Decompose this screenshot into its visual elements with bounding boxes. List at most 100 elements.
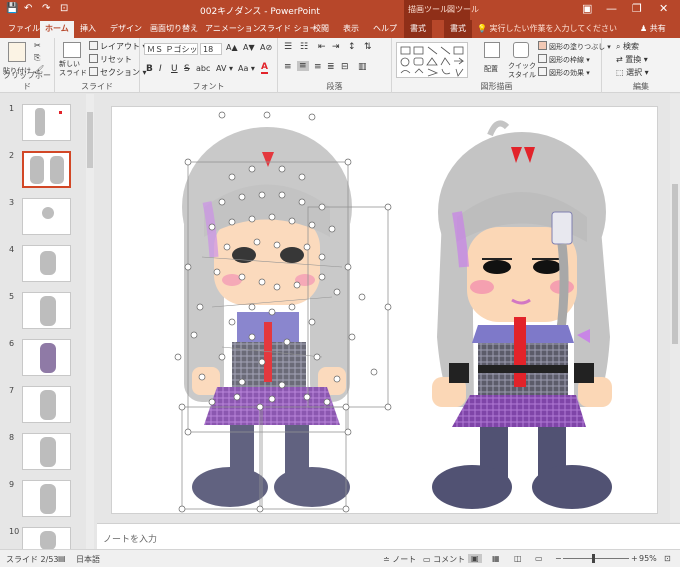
undo-icon[interactable]: ↶ xyxy=(24,3,32,14)
spellcheck-icon[interactable]: ▤ xyxy=(58,554,66,563)
increase-indent-icon[interactable]: ⇥ xyxy=(332,42,340,52)
reading-view-icon[interactable]: ◫ xyxy=(514,554,522,563)
zoom-in-button[interactable]: + xyxy=(631,554,638,563)
slide-scroll-thumb[interactable] xyxy=(672,184,678,344)
tab-transitions[interactable]: 画面切り替え xyxy=(150,23,198,34)
zoom-level[interactable]: 95% xyxy=(639,554,657,563)
tab-picture-format[interactable]: 書式 xyxy=(444,20,472,38)
distributed-icon[interactable]: ⊟ xyxy=(341,62,349,72)
slide-canvas[interactable] xyxy=(111,106,658,514)
cut-icon[interactable]: ✂ xyxy=(34,41,41,50)
comments-toggle-button[interactable]: ▭ コメント xyxy=(423,554,465,565)
numbering-icon[interactable]: ☷ xyxy=(300,42,308,52)
zoom-out-button[interactable]: − xyxy=(555,554,562,563)
align-center-icon[interactable]: ≡ xyxy=(297,61,309,71)
close-button[interactable]: ✕ xyxy=(659,2,668,15)
tab-file[interactable]: ファイル xyxy=(8,23,40,34)
tab-drawing-format[interactable]: 書式 xyxy=(404,20,432,38)
slide-number: 5 xyxy=(9,292,15,301)
notes-pane[interactable]: ノートを入力 xyxy=(97,523,680,549)
character-spacing-button[interactable]: AV ▾ xyxy=(216,64,233,73)
align-right-icon[interactable]: ≡ xyxy=(314,62,322,72)
tab-slideshow[interactable]: スライド ショー xyxy=(259,23,318,34)
tab-design[interactable]: デザイン xyxy=(110,23,142,34)
tab-home[interactable]: ホーム xyxy=(40,21,74,38)
align-left-icon[interactable]: ≡ xyxy=(284,62,292,72)
tab-help[interactable]: ヘルプ xyxy=(373,23,397,34)
thumb-figure xyxy=(35,108,45,136)
justify-icon[interactable]: ≣ xyxy=(327,62,335,72)
arrange-button[interactable]: 配置 xyxy=(484,64,498,74)
italic-button[interactable]: I xyxy=(159,64,162,74)
fit-to-window-icon[interactable]: ⊡ xyxy=(664,554,671,563)
notes-toggle-button[interactable]: ≐ ノート xyxy=(383,554,416,565)
layout-button[interactable]: レイアウト ▾ xyxy=(89,41,147,52)
slide-thumbnail-3[interactable] xyxy=(22,198,71,235)
slide-thumbnail-9[interactable] xyxy=(22,480,71,517)
thumbnail-scrollbar[interactable] xyxy=(86,94,94,549)
shapes-gallery[interactable] xyxy=(396,42,468,78)
text-direction-icon[interactable]: ⇅ xyxy=(364,42,372,52)
strikethrough-button[interactable]: S xyxy=(184,64,190,74)
slide-scrollbar[interactable] xyxy=(670,94,680,522)
font-name-combo[interactable]: ＭＳ Ｐゴシック xyxy=(144,43,198,55)
slide-thumbnail-7[interactable] xyxy=(22,386,71,423)
bullets-icon[interactable]: ☰ xyxy=(284,42,292,52)
replace-button[interactable]: ⇄ 置換 ▾ xyxy=(616,54,648,65)
slide-thumbnail-2[interactable] xyxy=(22,151,71,188)
slide-sorter-view-icon[interactable]: ▦ xyxy=(492,554,500,563)
paste-icon[interactable] xyxy=(8,42,26,62)
decrease-indent-icon[interactable]: ⇤ xyxy=(318,42,326,52)
font-size-combo[interactable]: 18 xyxy=(200,43,222,55)
new-slide-button[interactable]: 新しい スライド xyxy=(59,60,87,78)
quick-style-button[interactable]: クイック スタイル xyxy=(508,62,536,80)
grow-font-button[interactable]: A▲ xyxy=(226,43,238,52)
slide-thumbnail-6[interactable] xyxy=(22,339,71,376)
columns-icon[interactable]: ▥ xyxy=(358,62,367,72)
arrange-icon[interactable] xyxy=(484,42,500,58)
redo-icon[interactable]: ↷ xyxy=(42,3,50,14)
shape-effects-button[interactable]: 図形の効果 ▾ xyxy=(538,67,590,78)
zoom-slider[interactable] xyxy=(563,558,629,559)
bold-button[interactable]: B xyxy=(146,64,153,74)
select-button[interactable]: ⬚ 選択 ▾ xyxy=(616,67,649,78)
tell-me-search[interactable]: 💡 実行したい作業を入力してください xyxy=(477,23,617,34)
shape-fill-button[interactable]: 図形の塗りつぶし ▾ xyxy=(538,41,611,52)
tab-view[interactable]: 表示 xyxy=(343,23,359,34)
new-slide-icon[interactable] xyxy=(63,42,81,58)
tab-animations[interactable]: アニメーション xyxy=(205,23,261,34)
zoom-slider-thumb[interactable] xyxy=(592,554,595,563)
normal-view-icon[interactable]: ▣ xyxy=(468,554,482,563)
left-character[interactable] xyxy=(181,127,389,510)
notes-placeholder[interactable]: ノートを入力 xyxy=(103,532,157,545)
tab-insert[interactable]: 挿入 xyxy=(80,23,96,34)
shrink-font-button[interactable]: A▼ xyxy=(243,43,255,52)
slide-thumbnail-8[interactable] xyxy=(22,433,71,470)
slide-thumbnail-4[interactable] xyxy=(22,245,71,282)
line-spacing-icon[interactable]: ↕ xyxy=(348,42,356,52)
change-case-button[interactable]: Aa ▾ xyxy=(238,64,255,73)
thumbnail-scroll-thumb[interactable] xyxy=(87,112,93,168)
start-slideshow-icon[interactable]: ⊡ xyxy=(60,3,68,14)
save-icon[interactable]: 💾 xyxy=(6,3,18,14)
minimize-button[interactable]: — xyxy=(606,2,617,15)
slide-thumbnail-5[interactable] xyxy=(22,292,71,329)
reset-button[interactable]: リセット xyxy=(89,54,132,65)
tab-review[interactable]: 校閲 xyxy=(313,23,329,34)
language-indicator[interactable]: 日本語 xyxy=(76,554,100,565)
restore-button[interactable]: ❐ xyxy=(632,2,642,15)
font-color-button[interactable]: A xyxy=(261,63,268,74)
share-button[interactable]: ♟ 共有 xyxy=(640,23,666,34)
find-button[interactable]: ⌕ 検索 xyxy=(616,41,639,52)
slide-thumbnail-10[interactable] xyxy=(22,527,71,550)
slide-thumbnail-1[interactable] xyxy=(22,104,71,141)
text-shadow-button[interactable]: abc xyxy=(196,64,210,73)
slideshow-view-icon[interactable]: ▭ xyxy=(535,554,543,563)
underline-button[interactable]: U xyxy=(171,64,178,74)
ribbon-display-options-icon[interactable]: ▣ xyxy=(582,2,592,15)
quick-style-icon[interactable] xyxy=(513,42,529,58)
shape-outline-button[interactable]: 図形の枠線 ▾ xyxy=(538,54,590,65)
copy-icon[interactable]: ⎘ xyxy=(34,53,40,63)
clear-formatting-button[interactable]: A⊘ xyxy=(260,43,272,52)
section-button[interactable]: セクション ▾ xyxy=(89,67,147,78)
